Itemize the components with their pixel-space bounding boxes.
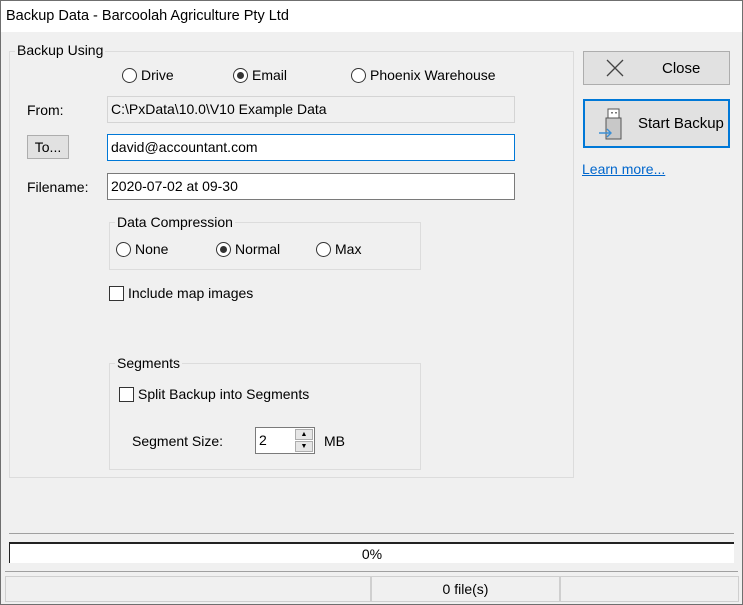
filename-field[interactable]: 2020-07-02 at 09-30 xyxy=(107,173,515,200)
spin-down-icon[interactable]: ▼ xyxy=(295,441,313,452)
usb-drive-icon xyxy=(599,108,622,139)
to-button[interactable]: To... xyxy=(27,135,69,159)
from-field: C:\PxData\10.0\V10 Example Data xyxy=(107,96,515,123)
radio-label: Email xyxy=(252,67,288,83)
radio-indicator xyxy=(233,67,248,83)
checkbox-indicator xyxy=(109,285,124,301)
filename-label: Filename: xyxy=(27,179,89,195)
checkbox-label: Include map images xyxy=(128,285,254,301)
segment-size-value[interactable]: 2 xyxy=(259,432,267,448)
learn-more-link[interactable]: Learn more... xyxy=(582,161,665,177)
close-button[interactable]: Close xyxy=(583,51,730,85)
checkbox-label: Split Backup into Segments xyxy=(138,386,310,402)
radio-compression-none[interactable]: None xyxy=(116,241,168,257)
segment-size-label: Segment Size: xyxy=(132,433,224,449)
progress-bar: 0% xyxy=(9,542,734,563)
start-backup-button[interactable]: Start Backup xyxy=(583,99,730,148)
to-email-field[interactable]: david@accountant.com xyxy=(107,134,515,161)
radio-label: Normal xyxy=(235,241,281,257)
checkbox-indicator xyxy=(119,386,134,402)
from-label: From: xyxy=(27,102,64,118)
close-label: Close xyxy=(662,59,701,77)
status-file-count: 0 file(s) xyxy=(371,576,560,602)
segment-size-unit: MB xyxy=(324,433,345,449)
radio-compression-max[interactable]: Max xyxy=(316,241,361,257)
progress-text: 0% xyxy=(361,545,383,562)
segment-size-spinner[interactable]: 2 ▲ ▼ xyxy=(255,427,315,454)
status-cell-1 xyxy=(5,576,371,602)
radio-email[interactable]: Email xyxy=(233,67,287,83)
status-cell-3 xyxy=(560,576,739,602)
close-icon xyxy=(606,59,624,77)
radio-label: Max xyxy=(335,241,362,257)
include-map-images-checkbox[interactable]: Include map images xyxy=(109,285,253,301)
radio-label: None xyxy=(135,241,169,257)
spin-up-icon[interactable]: ▲ xyxy=(295,429,313,440)
separator xyxy=(5,571,738,572)
window-title: Backup Data - Barcoolah Agriculture Pty … xyxy=(1,1,742,32)
radio-label: Phoenix Warehouse xyxy=(370,67,496,83)
radio-label: Drive xyxy=(141,67,174,83)
split-segments-checkbox[interactable]: Split Backup into Segments xyxy=(119,386,309,402)
radio-phoenix-warehouse[interactable]: Phoenix Warehouse xyxy=(351,67,496,83)
radio-indicator xyxy=(216,241,231,257)
backup-using-legend: Backup Using xyxy=(15,42,106,58)
start-backup-label: Start Backup xyxy=(638,115,724,132)
radio-drive[interactable]: Drive xyxy=(122,67,174,83)
radio-indicator xyxy=(351,67,366,83)
backup-dialog: Backup Data - Barcoolah Agriculture Pty … xyxy=(0,0,743,605)
radio-indicator xyxy=(116,241,131,257)
segments-legend: Segments xyxy=(115,355,183,371)
compression-legend: Data Compression xyxy=(115,214,235,230)
radio-indicator xyxy=(316,241,331,257)
radio-indicator xyxy=(122,67,137,83)
radio-compression-normal[interactable]: Normal xyxy=(216,241,280,257)
separator xyxy=(9,533,734,534)
